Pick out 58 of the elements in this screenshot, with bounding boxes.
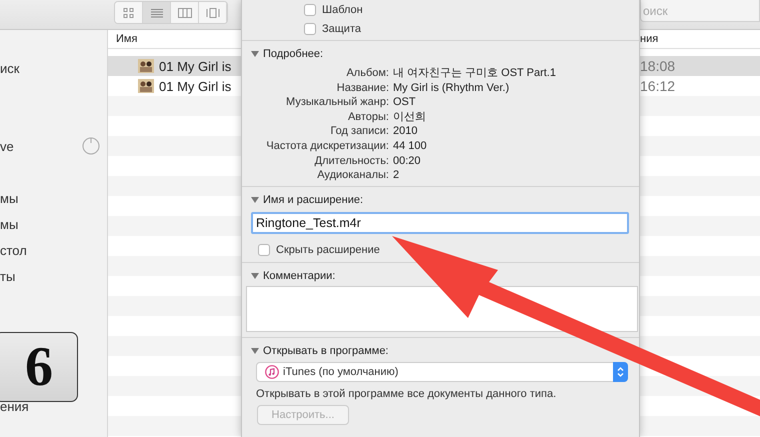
detail-value: OST bbox=[393, 96, 417, 110]
checkbox-label: Шаблон bbox=[322, 4, 363, 16]
detail-label: Название: bbox=[336, 82, 389, 96]
file-name-field[interactable]: Ringtone_Test.m4r bbox=[251, 212, 629, 234]
section-title: Имя и расширение: bbox=[263, 194, 364, 206]
disclosure-triangle-icon[interactable] bbox=[251, 50, 259, 56]
columns-icon bbox=[178, 8, 192, 18]
detail-label: Аудиоканалы: bbox=[316, 169, 389, 183]
icons-view-button[interactable] bbox=[115, 2, 143, 23]
checkbox-label: Защита bbox=[322, 22, 361, 34]
detail-label: Длительность: bbox=[314, 154, 389, 168]
detail-value: 00:20 bbox=[393, 154, 422, 168]
help-text: Открывать в этой программе все документы данного типа. bbox=[256, 388, 558, 400]
detail-value: My Girl is (Rhythm Ver.) bbox=[393, 82, 510, 96]
album-thumbnail-icon bbox=[138, 59, 154, 73]
up-down-arrows-icon bbox=[617, 366, 624, 378]
disclosure-triangle-icon[interactable] bbox=[251, 196, 259, 202]
file-name: 01 My Girl is bbox=[159, 58, 232, 74]
section-title: Открывать в программе: bbox=[263, 344, 388, 356]
section-title: Подробнее: bbox=[263, 48, 324, 60]
sidebar-item[interactable]: ты bbox=[0, 268, 16, 284]
app-dropdown[interactable]: iTunes (по умолчанию) bbox=[256, 362, 628, 382]
list-view-button[interactable] bbox=[143, 2, 171, 23]
search-field[interactable]: оиск bbox=[640, 0, 760, 22]
sidebar-item[interactable]: стол bbox=[0, 242, 27, 258]
checkbox[interactable] bbox=[304, 4, 316, 16]
sidebar-item[interactable]: мы bbox=[0, 216, 18, 232]
detail-label: Год записи: bbox=[329, 125, 389, 139]
detail-label: Авторы: bbox=[346, 110, 389, 124]
detail-label: Музыкальный жанр: bbox=[285, 96, 389, 110]
detail-value: 2 bbox=[393, 169, 400, 183]
checkbox[interactable] bbox=[258, 244, 270, 256]
sidebar-item[interactable]: иск bbox=[0, 60, 20, 76]
music-note-icon bbox=[265, 365, 279, 379]
album-thumbnail-icon bbox=[138, 79, 154, 93]
disclosure-triangle-icon[interactable] bbox=[251, 348, 259, 354]
sidebar-item[interactable]: ve bbox=[0, 138, 14, 154]
step-badge: 6 bbox=[0, 332, 78, 402]
detail-value: 2010 bbox=[393, 125, 418, 139]
detail-label: Частота дискретизации: bbox=[265, 140, 389, 154]
disclosure-triangle-icon[interactable] bbox=[251, 272, 259, 278]
checkbox[interactable] bbox=[304, 22, 316, 34]
checkbox-label: Скрыть расширение bbox=[276, 244, 380, 256]
detail-value: 이선희 bbox=[393, 110, 427, 124]
file-time: 18:08 bbox=[640, 58, 676, 74]
column-header[interactable]: Имя bbox=[116, 33, 138, 45]
detail-value: 내 여자친구는 구미호 OST Part.1 bbox=[393, 67, 557, 81]
file-time: 16:12 bbox=[640, 78, 676, 94]
list-icon bbox=[150, 8, 164, 18]
section-title: Комментарии: bbox=[263, 270, 336, 282]
sidebar-item[interactable]: мы bbox=[0, 190, 18, 206]
grid-icon bbox=[122, 8, 136, 18]
detail-value: 44 100 bbox=[393, 140, 428, 154]
column-header[interactable]: ния bbox=[640, 33, 658, 45]
detail-label: Альбом: bbox=[345, 67, 389, 81]
gallery-icon bbox=[206, 8, 220, 18]
power-icon[interactable] bbox=[82, 137, 100, 155]
file-name: 01 My Girl is bbox=[159, 78, 232, 94]
